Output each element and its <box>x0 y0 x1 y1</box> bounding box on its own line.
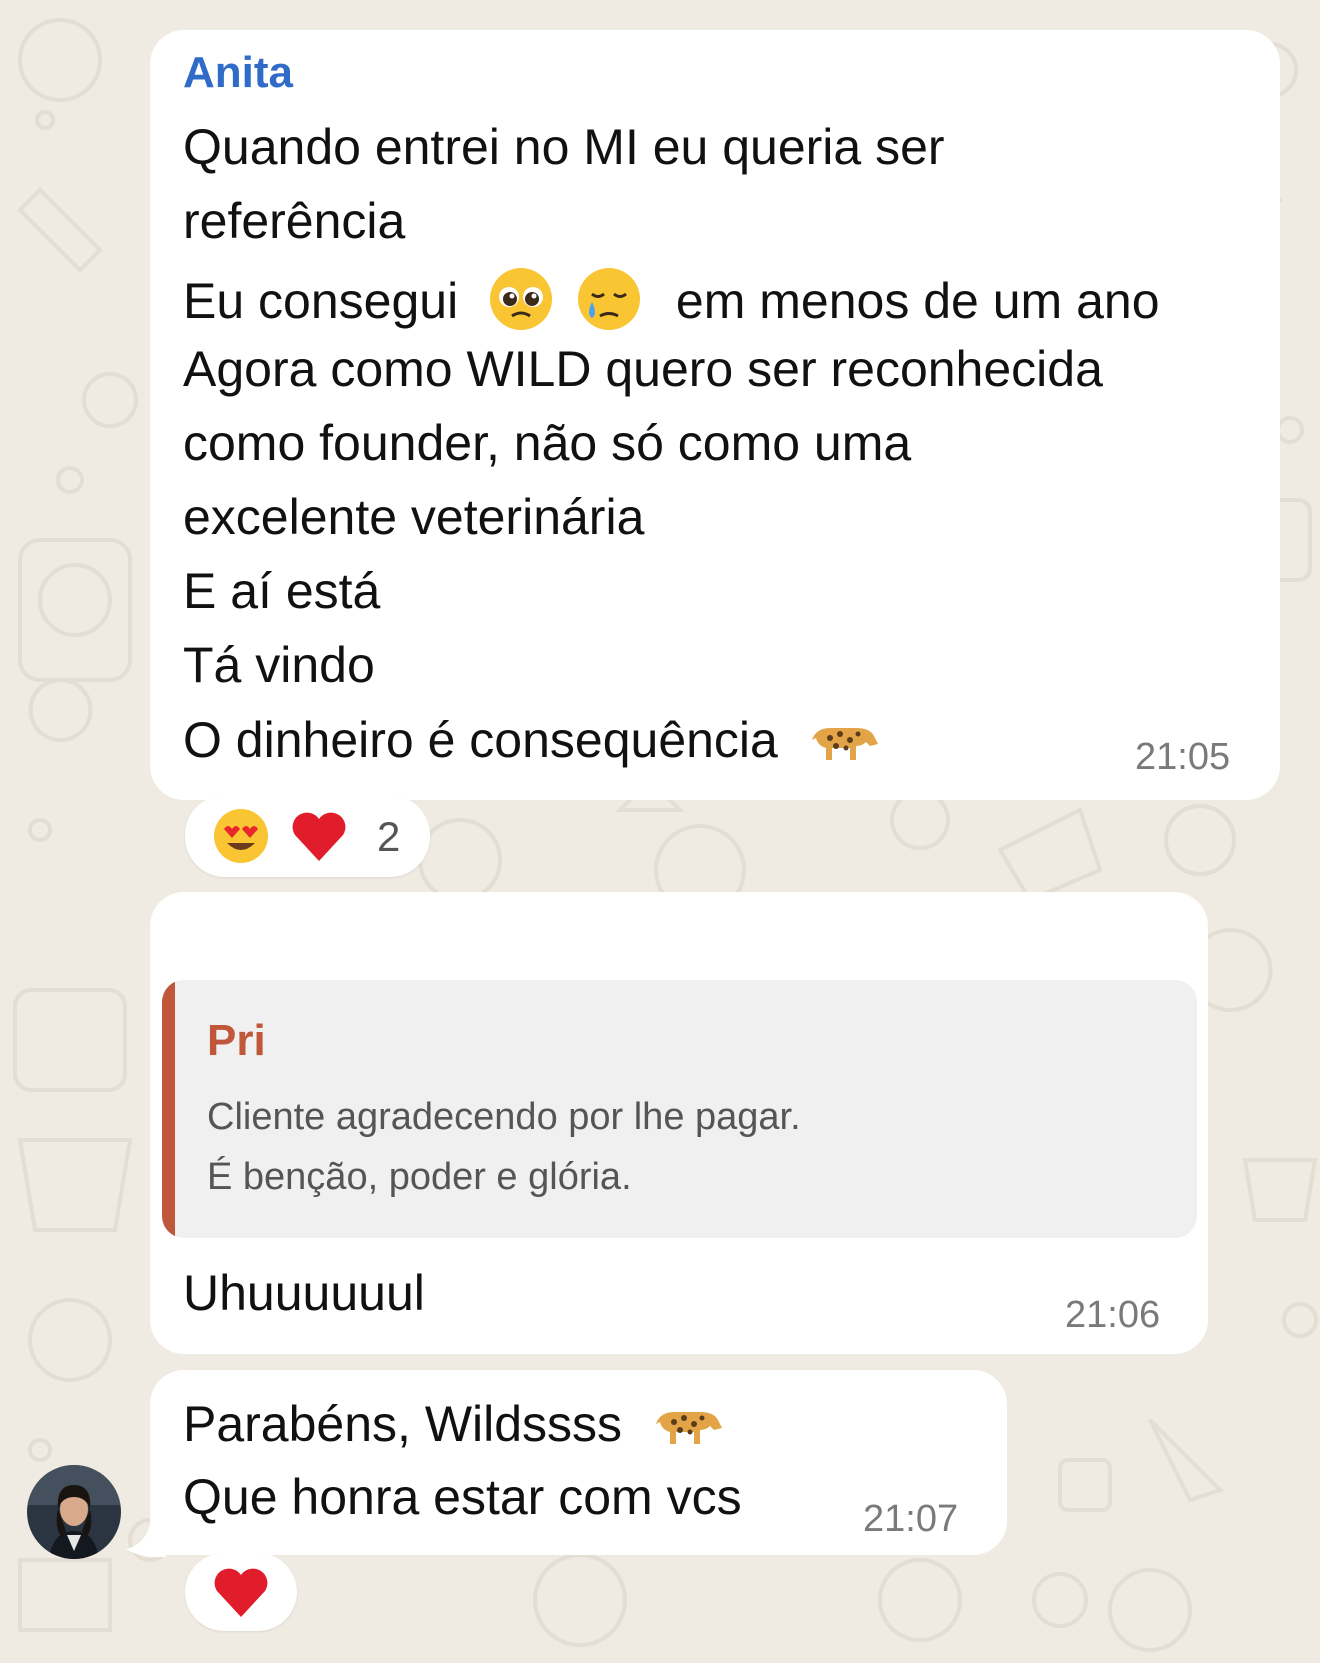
reaction-count: 2 <box>377 813 401 860</box>
message-text: em menos de um ano <box>675 273 1160 330</box>
message-text: Parabéns, Wildssss <box>183 1396 623 1453</box>
message-line: Uhuuuuuul <box>183 1265 425 1321</box>
message-line: Que honra estar com vcs <box>183 1469 742 1525</box>
avatar[interactable] <box>27 1465 121 1559</box>
leopard-icon <box>650 1394 724 1462</box>
message-timestamp: 21:05 <box>1135 736 1231 778</box>
reaction-pill[interactable] <box>185 1553 297 1631</box>
message-line: Quando entrei no MI eu queria ser <box>183 119 945 175</box>
red-heart-emoji-icon <box>290 809 348 868</box>
quote-author: Pri <box>207 1016 266 1065</box>
sender-name[interactable]: Anita <box>183 48 293 98</box>
crying-face-icon <box>576 266 642 344</box>
leopard-icon <box>806 710 880 778</box>
message-text: Eu consegui <box>183 273 459 330</box>
message-text: O dinheiro é consequência <box>183 712 778 769</box>
message-bubble-reply[interactable]: Pri Cliente agradecendo por lhe pagar. É… <box>150 892 1208 1354</box>
message-line: E aí está <box>183 563 381 619</box>
red-heart-emoji-icon <box>212 1565 270 1624</box>
message-line: excelente veterinária <box>183 489 645 545</box>
message-timestamp: 21:06 <box>1065 1294 1161 1336</box>
message-bubble-avatar-sender[interactable]: Parabéns, Wildssss Que honra estar com v… <box>150 1370 1007 1555</box>
message-line-with-emojis: Eu consegui em menos de um ano <box>183 266 1160 344</box>
message-line: Tá vindo <box>183 637 375 693</box>
quoted-message[interactable]: Pri Cliente agradecendo por lhe pagar. É… <box>162 980 1197 1238</box>
quote-line: É benção, poder e glória. <box>207 1156 632 1198</box>
message-line-with-emoji: Parabéns, Wildssss <box>183 1394 724 1462</box>
heart-eyes-emoji-icon <box>212 807 270 870</box>
reaction-pill[interactable]: 2 <box>185 795 430 877</box>
message-bubble-anita[interactable]: Anita Quando entrei no MI eu queria ser … <box>150 30 1280 800</box>
pleading-face-icon <box>488 266 554 344</box>
message-line: Agora como WILD quero ser reconhecida <box>183 341 1103 397</box>
message-line-with-emoji: O dinheiro é consequência <box>183 710 880 778</box>
quote-accent-bar <box>162 980 175 1238</box>
message-line: como founder, não só como uma <box>183 415 912 471</box>
bubble-tail <box>126 1525 166 1557</box>
message-line: referência <box>183 193 406 249</box>
message-timestamp: 21:07 <box>863 1498 959 1540</box>
quote-line: Cliente agradecendo por lhe pagar. <box>207 1096 801 1138</box>
